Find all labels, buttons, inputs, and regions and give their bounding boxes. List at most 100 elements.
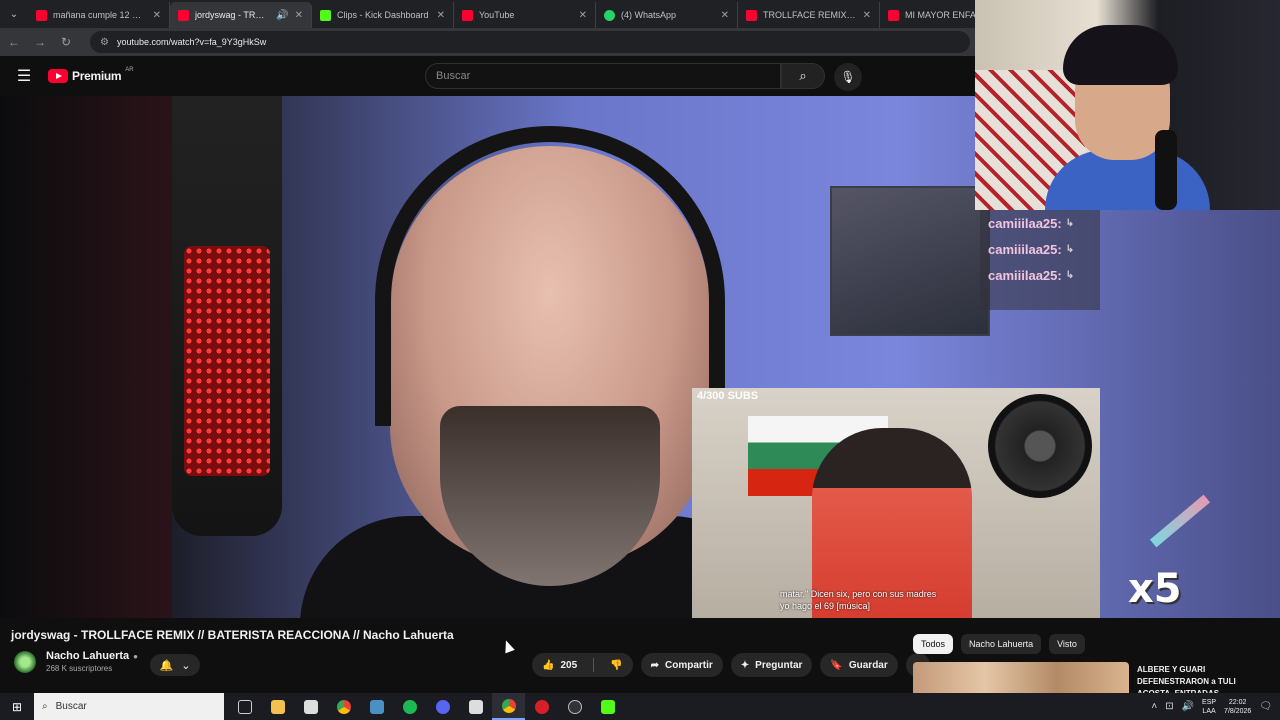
spotify-icon[interactable] [393, 693, 426, 720]
emote-icon: ↳ [1065, 269, 1075, 281]
tab-label: YouTube [479, 10, 515, 20]
like-button[interactable]: 👍 205 [532, 653, 587, 677]
address-bar[interactable]: ⚙ youtube.com/watch?v=fa_9Y3gHkSw [90, 31, 970, 53]
notification-icon[interactable]: 🗨 [1259, 701, 1272, 712]
channel-info: Nacho Lahuerta ● 268 K suscriptores [14, 650, 138, 673]
youtube-play-icon [48, 69, 68, 83]
tab-label: Clips - Kick Dashboard [337, 10, 429, 20]
chevron-up-icon[interactable]: ˄ [1151, 701, 1157, 712]
clock[interactable]: 22:02 7/8/2026 [1224, 698, 1251, 716]
recommended-title[interactable]: ALBERE Y GUARI DEFENESTRARON a TULI ACOS… [1137, 664, 1267, 694]
search-icon[interactable]: ⌕ [781, 63, 825, 89]
network-icon[interactable]: ⊡ [1165, 701, 1173, 712]
filter-chips: Todos Nacho Lahuerta Visto [913, 634, 1085, 654]
emote-icon: ↳ [1065, 217, 1075, 229]
clock-time: 22:02 [1228, 698, 1247, 706]
channel-name[interactable]: Nacho Lahuerta [46, 650, 129, 662]
obs-icon[interactable] [558, 693, 591, 720]
video-title: jordyswag - TROLLFACE REMIX // BATERISTA… [11, 628, 454, 642]
steam-icon[interactable] [360, 693, 393, 720]
inset-clip: matar." Dicen six, pero con sus madres y… [692, 388, 1100, 618]
forward-icon[interactable]: → [34, 35, 46, 49]
streamer-webcam [975, 0, 1280, 210]
multiplier-badge: x5 [1128, 566, 1182, 612]
bookmark-icon: 🔖 [830, 659, 843, 671]
ask-button[interactable]: ✦ Preguntar [730, 653, 813, 677]
kick-icon[interactable] [591, 693, 624, 720]
reload-icon[interactable]: ↻ [60, 35, 72, 49]
taskbar-apps [228, 693, 624, 720]
like-dislike-group: 👍 205 👎 [532, 653, 633, 677]
emote-icon: ↳ [1065, 243, 1075, 255]
tab-2[interactable]: jordyswag - TROLLFACE... 🔊 ✕ [170, 2, 312, 28]
youtube-icon [178, 9, 189, 21]
whatsapp-icon [604, 9, 615, 21]
notifications-button[interactable]: 🔔 ⌄ [150, 654, 200, 676]
chat-message: camiiilaa25: ↳ [980, 262, 1100, 288]
system-tray: ˄ ⊡ 🔊 ESP LAA 22:02 7/8/2026 🗨 [1151, 698, 1280, 716]
tab-5[interactable]: (4) WhatsApp ✕ [596, 2, 738, 28]
tab-label: mañana cumple 12 🎂 #1... [53, 9, 147, 20]
microphone-icon[interactable]: 🎙 [834, 63, 862, 91]
file-explorer-icon[interactable] [261, 693, 294, 720]
tab-1[interactable]: mañana cumple 12 🎂 #1... ✕ [28, 2, 170, 28]
discord-icon[interactable] [426, 693, 459, 720]
save-button[interactable]: 🔖 Guardar [820, 653, 898, 677]
youtube-icon [746, 9, 757, 21]
share-icon: ➦ [650, 659, 659, 671]
ask-label: Preguntar [755, 659, 803, 671]
close-icon[interactable]: ✕ [579, 10, 587, 21]
tab-label: TROLLFACE REMIX (docum... [763, 10, 857, 20]
recorder-icon[interactable] [525, 693, 558, 720]
video-left-shadow [0, 96, 172, 618]
close-icon[interactable]: ✕ [721, 10, 729, 21]
language-indicator[interactable]: ESP LAA [1202, 698, 1216, 716]
fan [988, 394, 1092, 498]
close-icon[interactable]: ✕ [437, 10, 445, 21]
youtube-header: ☰ Premium AR Buscar ⌕ 🎙 [0, 56, 975, 96]
tab-6[interactable]: TROLLFACE REMIX (docum... ✕ [738, 2, 880, 28]
chat-message: camiiilaa25: ↳ [980, 236, 1100, 262]
menu-icon[interactable]: ☰ [0, 66, 48, 86]
thumbs-down-icon: 👎 [610, 659, 623, 671]
chip-all[interactable]: Todos [913, 634, 954, 654]
back-icon[interactable]: ← [8, 35, 20, 49]
dislike-button[interactable]: 👎 [600, 653, 632, 677]
tab-4[interactable]: YouTube ✕ [454, 2, 596, 28]
channel-avatar[interactable] [14, 650, 36, 673]
verified-icon: ● [133, 651, 138, 661]
search-input[interactable]: Buscar [425, 63, 781, 89]
youtube-logo[interactable]: Premium AR [48, 67, 134, 83]
tab-3[interactable]: Clips - Kick Dashboard ✕ [312, 2, 454, 28]
site-info-icon[interactable]: ⚙ [100, 37, 109, 48]
chip-watched[interactable]: Visto [1049, 634, 1085, 654]
microphone-grille [184, 246, 270, 476]
recommended-video[interactable]: ALBERE Y GUARI DEFENESTRARON a TULI ACOS… [913, 662, 1273, 694]
like-count: 205 [560, 659, 578, 671]
headphones [375, 126, 725, 426]
speaker-icon[interactable]: 🔊 [276, 10, 288, 21]
youtube-icon [462, 9, 473, 21]
app-icon[interactable] [459, 693, 492, 720]
subs-counter: 4/300 SUBS [697, 390, 759, 402]
share-button[interactable]: ➦ Compartir [640, 653, 723, 677]
tab-search-icon[interactable]: ⌄ [0, 0, 28, 28]
volume-icon[interactable]: 🔊 [1182, 701, 1194, 712]
close-icon[interactable]: ✕ [863, 10, 871, 21]
stream-chat: camiiilaa25: ↳ camiiilaa25: ↳ camiiilaa2… [980, 210, 1100, 310]
app-icon[interactable] [294, 693, 327, 720]
tab-label: jordyswag - TROLLFACE... [195, 10, 270, 20]
chrome-icon[interactable] [327, 693, 360, 720]
chip-channel[interactable]: Nacho Lahuerta [961, 634, 1042, 654]
close-icon[interactable]: ✕ [295, 10, 303, 21]
close-icon[interactable]: ✕ [153, 10, 161, 21]
chrome-active-icon[interactable] [492, 693, 525, 720]
tab-label: (4) WhatsApp [621, 10, 677, 20]
task-view-icon[interactable] [228, 693, 261, 720]
divider [593, 658, 595, 672]
windows-start-icon[interactable]: ⊞ [0, 693, 34, 720]
bell-icon: 🔔 [159, 659, 174, 672]
recommended-thumbnail[interactable] [913, 662, 1129, 694]
taskbar-search[interactable]: ⌕ Buscar [34, 693, 224, 720]
search-icon: ⌕ [42, 701, 48, 712]
